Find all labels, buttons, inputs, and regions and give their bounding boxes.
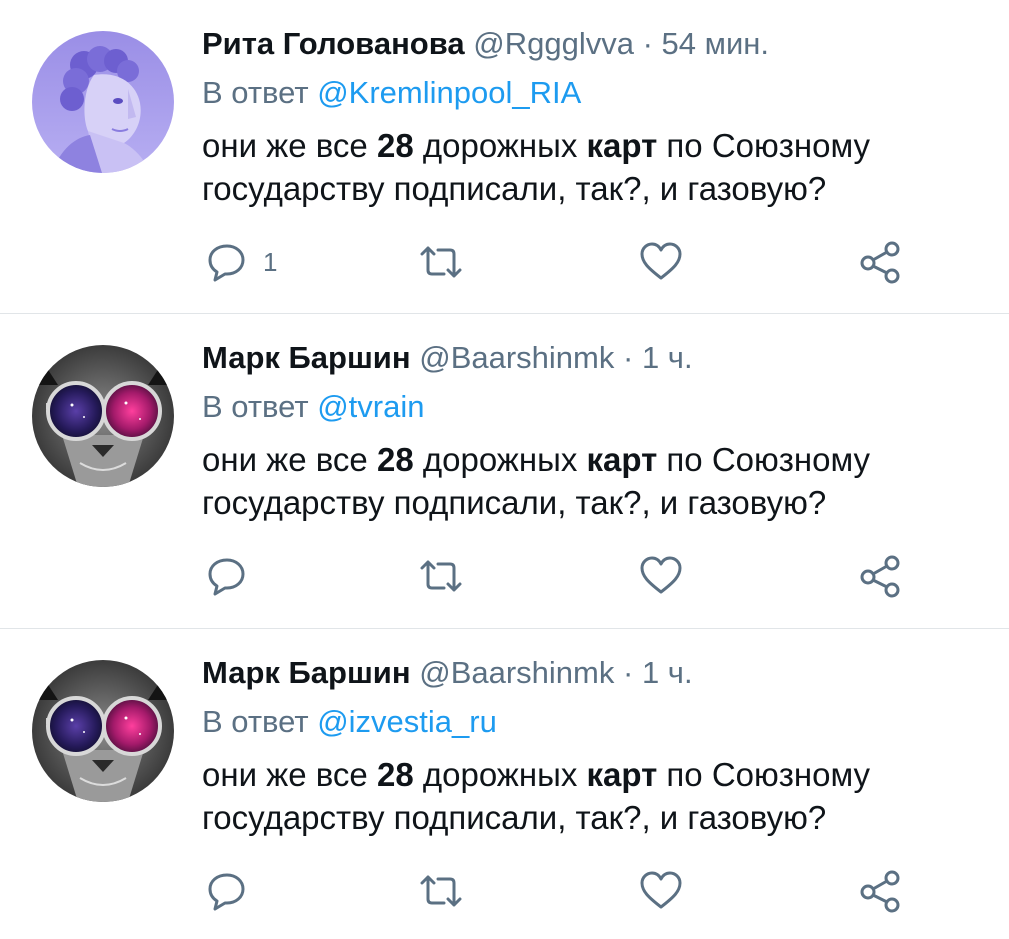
tweet-text-part: дорожных [413,756,587,793]
share-button[interactable] [858,550,904,602]
tweet-text-part: они же все [202,441,377,478]
cat-with-glasses-avatar-image [32,345,174,487]
avatar[interactable] [32,345,174,487]
like-button[interactable] [638,236,684,288]
tweet-text: они же все 28 дорожных карт по Союзному … [202,438,962,524]
tweet-text-part: они же все [202,756,377,793]
tweet-text-bold: 28 [376,756,414,793]
tweet-text-bold: 28 [376,441,414,478]
author-handle[interactable]: @Rggglvva [473,26,634,61]
share-icon [860,870,900,913]
timestamp[interactable]: 1 ч. [642,340,693,375]
separator-dot: · [642,26,653,61]
tweet-text-part: они же все [202,127,377,164]
tweet-actions [0,865,1009,917]
retweet-icon [420,875,462,907]
tweet[interactable]: Марк Баршин @Baarshinmk · 1 ч. В ответ @… [0,314,1009,628]
reply-button[interactable]: 1 [205,236,277,288]
author-name[interactable]: Марк Баршин [202,340,411,375]
tweet-text: они же все 28 дорожных карт по Союзному … [202,753,962,839]
like-icon [640,556,682,594]
retweet-icon [420,246,462,278]
share-icon [860,555,900,598]
retweet-button[interactable] [416,236,466,288]
reply-button[interactable] [205,865,263,917]
author-handle[interactable]: @Baarshinmk [419,655,614,690]
like-button[interactable] [638,865,684,917]
tweet-header: Марк Баршин @Baarshinmk · 1 ч. [202,338,693,378]
tweet[interactable]: Рита Голованова @Rggglvva · 54 мин. В от… [0,0,1009,313]
author-name[interactable]: Марк Баршин [202,655,411,690]
statue-avatar-image [32,31,174,173]
reply-prefix: В ответ [202,75,309,110]
tweet-text: они же все 28 дорожных карт по Союзному … [202,124,962,210]
retweet-icon [420,560,462,592]
separator-dot: · [623,655,634,690]
share-button[interactable] [858,236,904,288]
tweet-header: Рита Голованова @Rggglvva · 54 мин. [202,24,769,64]
avatar[interactable] [32,660,174,802]
reply-prefix: В ответ [202,389,309,424]
author-name[interactable]: Рита Голованова [202,26,465,61]
retweet-button[interactable] [416,865,466,917]
tweet-text-bold: карт [586,756,658,793]
tweet[interactable]: Марк Баршин @Baarshinmk · 1 ч. В ответ @… [0,629,1009,939]
reply-context: В ответ @tvrain [202,387,424,427]
avatar[interactable] [32,31,174,173]
reply-mention-link[interactable]: @Kremlinpool_RIA [317,75,581,110]
reply-prefix: В ответ [202,704,309,739]
reply-context: В ответ @Kremlinpool_RIA [202,73,581,113]
share-icon [860,241,900,284]
tweet-text-part: дорожных [413,127,587,164]
tweet-text-bold: карт [586,127,658,164]
reply-count: 1 [263,246,278,277]
tweet-actions [0,550,1009,602]
retweet-button[interactable] [416,550,466,602]
reply-mention-link[interactable]: @tvrain [317,389,424,424]
reply-mention-link[interactable]: @izvestia_ru [317,704,497,739]
like-button[interactable] [638,550,684,602]
tweet-header: Марк Баршин @Baarshinmk · 1 ч. [202,653,693,693]
tweet-text-bold: 28 [376,127,414,164]
reply-icon [208,244,245,282]
reply-icon [208,873,245,911]
timestamp[interactable]: 1 ч. [642,655,693,690]
tweet-text-bold: карт [586,441,658,478]
timestamp[interactable]: 54 мин. [662,26,769,61]
tweet-actions: 1 [0,236,1009,288]
reply-button[interactable] [205,550,263,602]
reply-icon [208,558,245,596]
reply-context: В ответ @izvestia_ru [202,702,497,742]
like-icon [640,871,682,909]
cat-with-glasses-avatar-image [32,660,174,802]
tweet-text-part: дорожных [413,441,587,478]
like-icon [640,242,682,280]
share-button[interactable] [858,865,904,917]
separator-dot: · [623,340,634,375]
author-handle[interactable]: @Baarshinmk [419,340,614,375]
